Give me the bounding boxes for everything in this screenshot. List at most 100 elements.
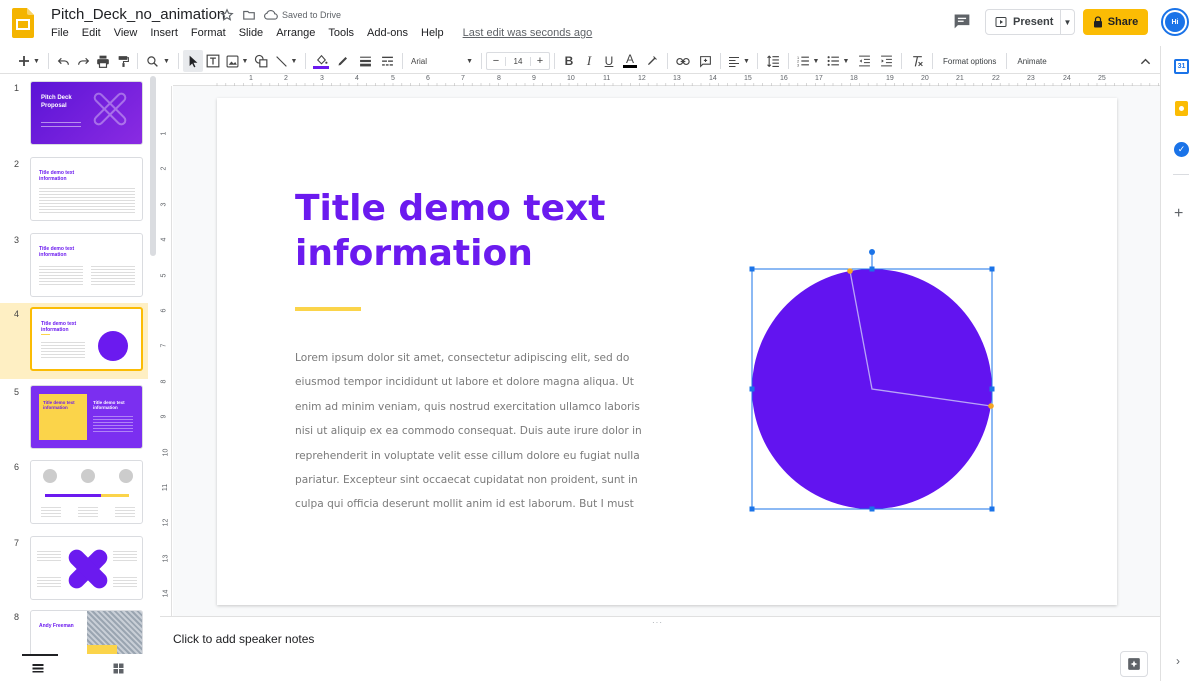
expand-panel-icon[interactable]: ›: [1176, 654, 1180, 668]
menu-edit[interactable]: Edit: [82, 27, 101, 39]
star-icon[interactable]: [220, 8, 234, 22]
resize-handle-e[interactable]: [989, 386, 995, 392]
border-color-button[interactable]: [332, 50, 354, 72]
menu-arrange[interactable]: Arrange: [276, 27, 315, 39]
slide-thumbnail-row[interactable]: 2 Title demo text information: [0, 153, 148, 229]
clear-formatting-button[interactable]: [906, 50, 928, 72]
slides-logo-icon[interactable]: [12, 8, 34, 38]
slide-thumbnail-row[interactable]: 3 Title demo text information: [0, 229, 148, 305]
notes-divider[interactable]: ···: [160, 616, 1160, 627]
border-dash-button[interactable]: [376, 50, 398, 72]
align-button[interactable]: ▼: [725, 50, 753, 72]
menu-view[interactable]: View: [114, 27, 138, 39]
increase-font-size-button[interactable]: +: [531, 55, 549, 67]
line-button[interactable]: ▼: [271, 50, 301, 72]
slide-thumbnail-row[interactable]: 5 Title demo text information Title demo…: [0, 381, 148, 457]
slide-thumbnail[interactable]: Title demo text information: [30, 233, 143, 297]
pie-shape[interactable]: [742, 243, 1002, 515]
resize-handle-n[interactable]: [869, 266, 875, 272]
menu-addons[interactable]: Add-ons: [367, 27, 408, 39]
vertical-ruler[interactable]: 1 2 3 4 5 6 7 8 9 10 11 12 13 14: [160, 86, 172, 616]
menu-tools[interactable]: Tools: [328, 27, 354, 39]
title-underline[interactable]: [295, 307, 361, 311]
horizontal-ruler[interactable]: 1 2 3 4 5 6 7 8 9 10 11 12 13 14 15 16 17 18 19 20 21 22 23 24 2…: [173, 74, 1160, 86]
speaker-notes[interactable]: Click to add speaker notes: [173, 632, 314, 646]
filmstrip-scrollbar[interactable]: [150, 76, 156, 256]
slide[interactable]: Title demo text information Lorem ipsum …: [217, 98, 1117, 605]
resize-handle-nw[interactable]: [749, 266, 755, 272]
last-edit-link[interactable]: Last edit was seconds ago: [463, 27, 593, 39]
animate-button[interactable]: Animate: [1011, 50, 1052, 72]
calendar-icon[interactable]: 31: [1174, 59, 1189, 74]
resize-handle-s[interactable]: [869, 506, 875, 512]
menu-format[interactable]: Format: [191, 27, 226, 39]
text-color-button[interactable]: A: [619, 50, 641, 72]
underline-button[interactable]: U: [599, 50, 619, 72]
grid-view-icon[interactable]: [113, 663, 124, 674]
border-weight-button[interactable]: [354, 50, 376, 72]
slide-title[interactable]: Title demo text information: [295, 186, 695, 276]
font-select[interactable]: Arial ▼: [407, 50, 477, 72]
undo-button[interactable]: [53, 50, 73, 72]
select-tool-button[interactable]: [183, 50, 203, 72]
slide-thumbnail[interactable]: [30, 460, 143, 524]
resize-handle-sw[interactable]: [749, 506, 755, 512]
numbered-list-button[interactable]: 1 2 3 ▼: [793, 50, 823, 72]
add-addon-icon[interactable]: +: [1174, 206, 1183, 222]
resize-handle-se[interactable]: [989, 506, 995, 512]
add-comment-button[interactable]: [694, 50, 716, 72]
present-button[interactable]: Present ▼: [985, 9, 1075, 35]
slide-thumbnail[interactable]: [30, 536, 143, 600]
decrease-indent-button[interactable]: [853, 50, 875, 72]
shape-button[interactable]: [251, 50, 271, 72]
line-spacing-button[interactable]: [762, 50, 784, 72]
slide-thumbnail-row[interactable]: 1 Pitch Deck Proposal: [0, 77, 148, 153]
increase-indent-button[interactable]: [875, 50, 897, 72]
rotate-handle[interactable]: [869, 249, 875, 255]
tasks-icon[interactable]: ✓: [1174, 142, 1189, 157]
collapse-toolbar-button[interactable]: [1134, 50, 1156, 72]
explore-button[interactable]: [1120, 651, 1148, 677]
resize-handle-ne[interactable]: [989, 266, 995, 272]
slide-thumbnail[interactable]: Title demo text information Title demo t…: [30, 385, 143, 449]
menu-slide[interactable]: Slide: [239, 27, 263, 39]
slide-thumbnail[interactable]: Title demo text information: [30, 307, 143, 371]
document-title[interactable]: Pitch_Deck_no_animation: [51, 6, 225, 23]
slide-thumbnail[interactable]: Pitch Deck Proposal: [30, 81, 143, 145]
slide-thumbnail-row-selected[interactable]: 4 Title demo text information: [0, 303, 148, 379]
slide-thumbnail-row[interactable]: 7: [0, 532, 148, 608]
slide-thumbnail-row[interactable]: 8 Andy Freeman: [0, 606, 148, 654]
share-button[interactable]: Share: [1083, 9, 1148, 35]
slide-thumbnail[interactable]: Title demo text information: [30, 157, 143, 221]
pie-adjust-handle[interactable]: [988, 403, 994, 409]
font-size-value[interactable]: 14: [505, 56, 531, 66]
slide-thumbnail[interactable]: Andy Freeman: [30, 610, 143, 654]
italic-button[interactable]: I: [579, 50, 599, 72]
account-avatar[interactable]: Hi: [1161, 8, 1189, 36]
zoom-button[interactable]: ▼: [142, 50, 174, 72]
insert-image-button[interactable]: ▼: [223, 50, 251, 72]
filmstrip-view-icon[interactable]: [32, 663, 44, 673]
pie-adjust-handle[interactable]: [847, 268, 853, 274]
slide-body-text[interactable]: Lorem ipsum dolor sit amet, consectetur …: [295, 346, 645, 517]
move-folder-icon[interactable]: [242, 8, 256, 22]
bulleted-list-button[interactable]: ▼: [823, 50, 853, 72]
text-box-button[interactable]: [203, 50, 223, 72]
redo-button[interactable]: [73, 50, 93, 72]
keep-icon[interactable]: [1175, 101, 1188, 116]
decrease-font-size-button[interactable]: −: [487, 55, 505, 67]
present-dropdown-icon[interactable]: ▼: [1061, 18, 1074, 27]
paint-format-button[interactable]: [113, 50, 133, 72]
new-slide-button[interactable]: ▼: [14, 50, 44, 72]
menu-insert[interactable]: Insert: [150, 27, 178, 39]
highlight-color-button[interactable]: [641, 50, 663, 72]
menu-help[interactable]: Help: [421, 27, 444, 39]
menu-file[interactable]: File: [51, 27, 69, 39]
comment-history-icon[interactable]: [952, 12, 972, 30]
fill-color-button[interactable]: [310, 50, 332, 72]
format-options-button[interactable]: Format options: [937, 50, 1002, 72]
slide-thumbnail-row[interactable]: 6: [0, 456, 148, 532]
print-button[interactable]: [93, 50, 113, 72]
saved-status[interactable]: Saved to Drive: [264, 9, 341, 21]
insert-link-button[interactable]: [672, 50, 694, 72]
